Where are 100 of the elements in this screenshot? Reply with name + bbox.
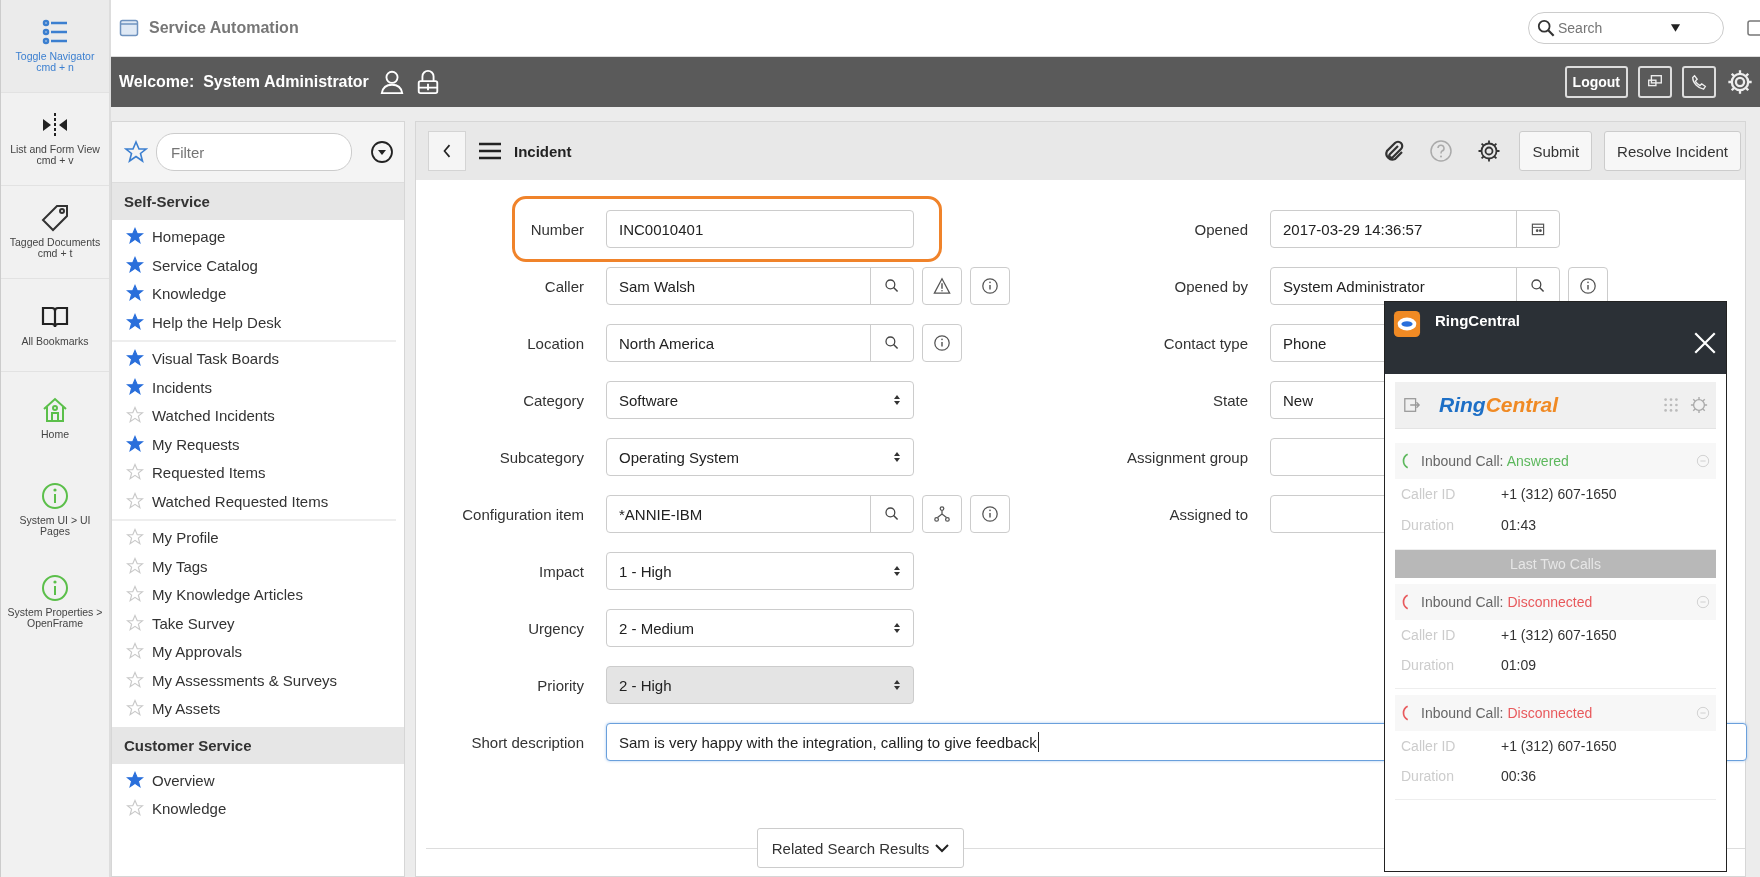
welcome-text: Welcome: System Administrator — [119, 73, 369, 91]
nav-link[interactable]: Watched Requested Items — [152, 487, 329, 516]
nav-link[interactable]: Service Catalog — [152, 251, 258, 280]
user-icon[interactable] — [378, 69, 405, 95]
phone-icon — [1690, 73, 1708, 91]
warning-button[interactable] — [922, 267, 962, 305]
search-input[interactable]: Search — [1555, 19, 1670, 37]
field-label: Contact type — [1162, 334, 1248, 352]
input-field[interactable]: INC0010401 — [606, 210, 914, 248]
phone-button[interactable] — [1682, 66, 1716, 98]
input-field[interactable]: North America — [606, 324, 914, 362]
nav-link[interactable]: Knowledge — [152, 280, 227, 309]
filled-star-icon[interactable] — [126, 377, 144, 396]
back-icon — [442, 142, 452, 160]
input-field[interactable]: *ANNIE-IBM — [606, 495, 914, 533]
nav-link[interactable]: Knowledge — [152, 795, 227, 824]
rail-item[interactable]: List and Form View cmd + v — [1, 93, 109, 186]
nav-link[interactable]: Incidents — [152, 373, 213, 402]
star-icon[interactable] — [126, 670, 144, 689]
phone-icon — [1401, 704, 1411, 722]
nav-link[interactable]: Overview — [152, 766, 215, 795]
star-icon[interactable] — [126, 406, 144, 424]
nav-link[interactable]: Watched Incidents — [152, 402, 275, 431]
select-field[interactable]: 2 - Medium — [606, 609, 914, 647]
star-icon[interactable] — [126, 491, 144, 510]
logo: RingCentral — [1439, 393, 1558, 417]
menu-icon[interactable] — [478, 141, 502, 161]
search-icon — [884, 335, 900, 351]
info-icon — [981, 505, 999, 523]
form-button[interactable]: Resolve Incident — [1604, 131, 1741, 171]
star-icon[interactable] — [126, 585, 144, 603]
nav-link[interactable]: My Tags — [152, 552, 208, 581]
nav-link[interactable]: Help the Help Desk — [152, 308, 282, 337]
caller-id: +1 (312) 607-1650 — [1501, 626, 1617, 645]
call-status: Inbound Call: Disconnected — [1421, 705, 1593, 721]
star-icon[interactable] — [126, 613, 144, 632]
settings-icon[interactable] — [1477, 139, 1502, 163]
field-label: Configuration item — [461, 505, 584, 523]
duration: 01:43 — [1501, 516, 1537, 535]
input-field[interactable]: Sam Walsh — [606, 267, 914, 305]
field-label: Opened — [1193, 220, 1248, 238]
filled-star-icon[interactable] — [126, 434, 144, 453]
filled-star-icon[interactable] — [126, 255, 144, 274]
search-icon — [884, 506, 900, 522]
rail-label: All Bookmarks — [21, 335, 89, 347]
dropdown-icon[interactable] — [370, 140, 394, 164]
hierarchy-button[interactable] — [922, 495, 962, 533]
input-field[interactable]: 2017-03-29 14:36:57 — [1270, 210, 1560, 248]
section-header[interactable]: Self-Service — [112, 183, 404, 220]
rail-item[interactable]: Toggle Navigator cmd + n — [1, 0, 109, 93]
input-field[interactable]: System Administrator — [1270, 267, 1560, 305]
star-icon[interactable] — [126, 528, 144, 546]
exit-icon[interactable] — [1403, 396, 1421, 414]
nav-link[interactable]: My Assessments & Surveys — [152, 666, 338, 695]
nav-link[interactable]: Homepage — [152, 223, 226, 252]
field-label: Assigned to — [1168, 505, 1248, 523]
rail-item[interactable]: System UI > UI Pages — [1, 464, 109, 556]
star-icon[interactable] — [126, 642, 144, 660]
field-label: Urgency — [527, 619, 584, 637]
app-icon — [1393, 310, 1421, 338]
logout-button[interactable]: Logout — [1564, 66, 1628, 98]
form-button[interactable]: Submit — [1519, 131, 1593, 171]
nav-link[interactable]: Take Survey — [152, 609, 235, 638]
rail-item[interactable]: System Properties > OpenFrame — [1, 556, 109, 648]
window-icon[interactable] — [1746, 18, 1760, 38]
rail-item[interactable]: All Bookmarks — [1, 279, 109, 372]
star-icon[interactable] — [126, 699, 144, 717]
nav-link[interactable]: Requested Items — [152, 459, 266, 488]
filled-star-icon[interactable] — [126, 284, 144, 302]
select-field[interactable]: 1 - High — [606, 552, 914, 590]
filled-star-icon[interactable] — [126, 312, 144, 331]
filter-field[interactable]: Filter — [156, 133, 352, 171]
filled-star-icon[interactable] — [126, 227, 144, 245]
field-label: Location — [526, 334, 584, 352]
nav-link[interactable]: Visual Task Boards — [152, 345, 280, 374]
rail-item[interactable]: Home — [1, 372, 109, 464]
select-field[interactable]: Software — [606, 381, 914, 419]
star-icon[interactable] — [126, 799, 144, 817]
nav-link[interactable]: My Approvals — [152, 638, 243, 667]
nav-link[interactable]: My Assets — [152, 695, 221, 724]
nav-link[interactable]: My Knowledge Articles — [152, 581, 303, 610]
chat-button[interactable] — [1638, 66, 1672, 98]
filled-star-icon[interactable] — [126, 770, 144, 789]
filled-star-icon[interactable] — [126, 349, 144, 367]
section-header[interactable]: Customer Service — [112, 726, 404, 764]
related-results-button[interactable]: Related Search Results — [756, 828, 965, 868]
list-icon — [40, 17, 70, 47]
field-label: Category — [522, 391, 584, 409]
nav-link[interactable]: My Profile — [152, 524, 219, 553]
nav-link[interactable]: My Requests — [152, 430, 240, 459]
back-button[interactable] — [428, 131, 466, 171]
rail-item[interactable]: Tagged Documents cmd + t — [1, 186, 109, 279]
select-field[interactable]: Operating System — [606, 438, 914, 476]
updown-arrow-icon — [893, 621, 901, 635]
star-icon[interactable] — [126, 463, 144, 481]
close-icon[interactable] — [1692, 330, 1718, 356]
star-icon[interactable] — [124, 140, 148, 164]
field-label: Opened by — [1173, 277, 1248, 295]
star-icon[interactable] — [126, 556, 144, 575]
updown-arrow-icon — [893, 450, 901, 464]
